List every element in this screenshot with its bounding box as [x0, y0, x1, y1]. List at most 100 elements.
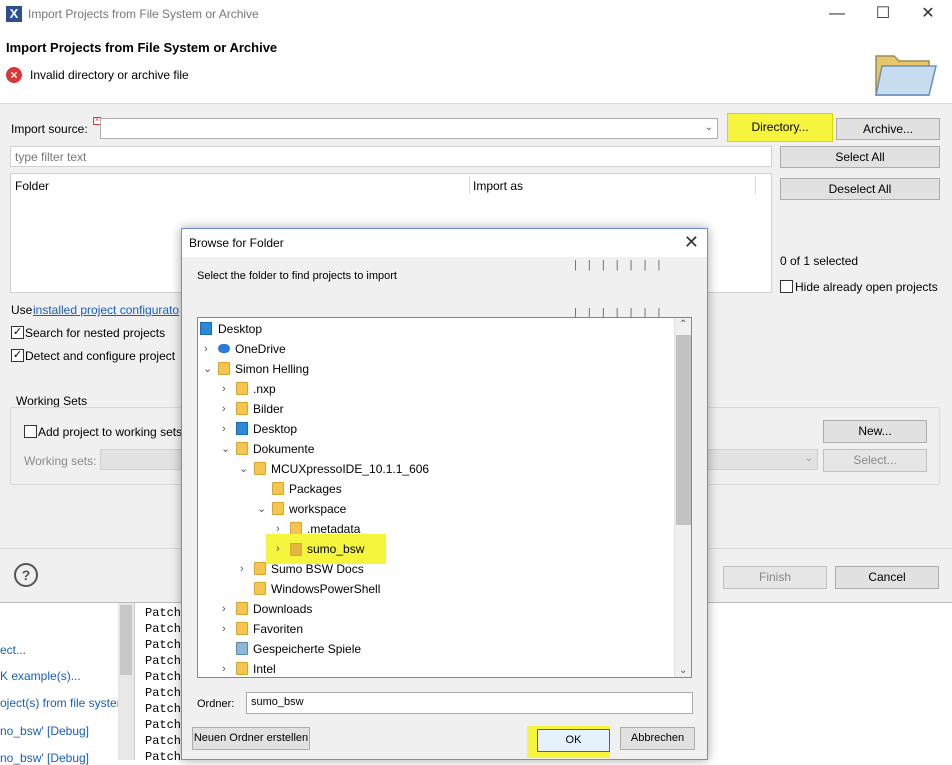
folder-tree[interactable]: Desktop › OneDrive ⌄ Simon Helling › .nx… [197, 317, 692, 678]
tree-item-label: workspace [289, 502, 347, 516]
abbrechen-button[interactable]: Abbrechen [620, 727, 695, 750]
bg-scroll-thumb[interactable] [120, 605, 132, 675]
tree-item-label: Dokumente [253, 442, 315, 456]
select-working-set-button[interactable]: Select... [823, 449, 927, 472]
tree-item-label: WindowsPowerShell [271, 582, 381, 596]
chevron-down-icon: ⌄ [804, 453, 813, 464]
dialog-titlebar[interactable]: Browse for Folder ✕ [182, 229, 707, 257]
error-message: Invalid directory or archive file [30, 68, 189, 82]
bg-link-2[interactable]: K example(s)... [0, 669, 81, 683]
tree-item-label: MCUXpressoIDE_10.1.1_606 [271, 462, 430, 476]
tree-item-label: Simon Helling [235, 362, 310, 376]
chevron-down-icon[interactable]: ⌄ [705, 122, 713, 133]
console-line: Patch [145, 718, 182, 732]
folder-name-input[interactable]: sumo_bsw [246, 692, 693, 714]
directory-button[interactable]: Directory... [727, 113, 833, 142]
folder-icon [290, 543, 302, 556]
tree-item-label: Gespeicherte Spiele [253, 642, 362, 656]
selection-count: 0 of 1 selected [780, 254, 859, 268]
scroll-up-icon[interactable]: ⌃ [679, 319, 687, 330]
eclipse-app-icon: X [6, 6, 22, 22]
finish-button[interactable]: Finish [723, 566, 827, 589]
bg-link-5[interactable]: no_bsw' [Debug] [0, 751, 89, 765]
archive-button[interactable]: Archive... [836, 118, 940, 140]
folder-icon [236, 382, 248, 395]
close-window-button[interactable]: ✕ [908, 2, 948, 28]
new-folder-button[interactable]: Neuen Ordner erstellen [192, 727, 310, 750]
scroll-down-icon[interactable]: ⌄ [679, 665, 687, 676]
chevron-down-icon[interactable]: ⌄ [257, 499, 269, 519]
tree-scrollbar[interactable]: ⌃ ⌄ [674, 318, 691, 677]
games-folder-icon [236, 642, 248, 655]
tree-item-label: Intel [253, 662, 276, 676]
column-import-as[interactable]: Import as [473, 179, 523, 193]
chevron-right-icon[interactable]: › [222, 419, 234, 439]
folder-icon [236, 662, 248, 675]
console-line: Patch [145, 686, 182, 700]
bg-link-4[interactable]: no_bsw' [Debug] [0, 724, 89, 738]
minimize-button[interactable]: — [817, 2, 857, 28]
tree-item-label: Downloads [253, 602, 313, 616]
chevron-right-icon[interactable]: › [276, 539, 288, 559]
folder-icon [254, 462, 266, 475]
select-all-button[interactable]: Select All [780, 146, 940, 168]
chevron-right-icon[interactable]: › [222, 659, 234, 677]
console-line: Patch [145, 750, 182, 764]
cancel-button[interactable]: Cancel [835, 566, 939, 589]
ok-button[interactable]: OK [537, 729, 610, 752]
chevron-down-icon[interactable]: ⌄ [239, 459, 251, 479]
window-titlebar[interactable]: X Import Projects from File System or Ar… [0, 0, 952, 30]
folder-icon [272, 482, 284, 495]
splitter-ticks: | | | | | | | [574, 259, 665, 271]
bg-link-3[interactable]: oject(s) from file syster [0, 696, 121, 710]
documents-folder-icon [236, 442, 248, 455]
maximize-button[interactable]: ☐ [863, 2, 903, 28]
filter-input[interactable]: type filter text [10, 146, 772, 167]
tree-item-label: Packages [289, 482, 342, 496]
chevron-down-icon[interactable]: ⌄ [221, 439, 233, 459]
hide-open-projects-checkbox[interactable] [780, 280, 793, 293]
downloads-folder-icon [236, 602, 248, 615]
cloud-icon [218, 344, 230, 353]
column-folder[interactable]: Folder [15, 179, 49, 193]
open-folder-icon [875, 55, 937, 96]
chevron-right-icon[interactable]: › [222, 619, 234, 639]
console-line: Patch [145, 606, 182, 620]
tree-item-label: OneDrive [235, 342, 286, 356]
tree-item-label: Sumo BSW Docs [271, 562, 364, 576]
chevron-right-icon[interactable]: › [222, 599, 234, 619]
window-title: Import Projects from File System or Arch… [28, 7, 259, 21]
import-source-label: Import source: [11, 122, 88, 136]
deselect-all-button[interactable]: Deselect All [780, 178, 940, 200]
new-working-set-button[interactable]: New... [823, 420, 927, 443]
hide-open-projects-label: Hide already open projects [795, 280, 938, 294]
chevron-right-icon[interactable]: › [222, 379, 234, 399]
installed-configurators-link[interactable]: installed project configurato [33, 303, 179, 317]
folder-icon [272, 502, 284, 515]
close-icon[interactable]: ✕ [684, 233, 699, 251]
console-line: Patch [145, 702, 182, 716]
import-source-combo[interactable]: ⌄ [100, 118, 718, 139]
tree-item-label: Desktop [218, 322, 263, 336]
chevron-right-icon[interactable]: › [204, 339, 216, 359]
chevron-right-icon[interactable]: › [222, 399, 234, 419]
add-working-sets-checkbox[interactable] [24, 425, 37, 438]
bg-scrollbar[interactable] [118, 603, 134, 760]
bg-link-1[interactable]: ect... [0, 643, 26, 657]
detect-configure-checkbox[interactable]: ✓ [11, 349, 24, 362]
tree-scroll-thumb[interactable] [676, 335, 691, 525]
column-separator [755, 176, 756, 194]
search-nested-checkbox[interactable]: ✓ [11, 326, 24, 339]
instruction-text: Select the folder to find projects to im… [197, 270, 397, 282]
chevron-right-icon[interactable]: › [240, 559, 252, 579]
console-line: Patch [145, 670, 182, 684]
pictures-folder-icon [236, 402, 248, 415]
help-icon[interactable]: ? [14, 563, 38, 587]
console-line: Patch [145, 734, 182, 748]
working-sets-title: Working Sets [15, 394, 89, 408]
browse-folder-dialog: Browse for Folder ✕ Select the folder to… [181, 228, 708, 760]
search-nested-label: Search for nested projects [25, 326, 166, 340]
folder-icon [254, 582, 266, 595]
chevron-down-icon[interactable]: ⌄ [203, 359, 215, 379]
desktop-icon [200, 322, 212, 335]
